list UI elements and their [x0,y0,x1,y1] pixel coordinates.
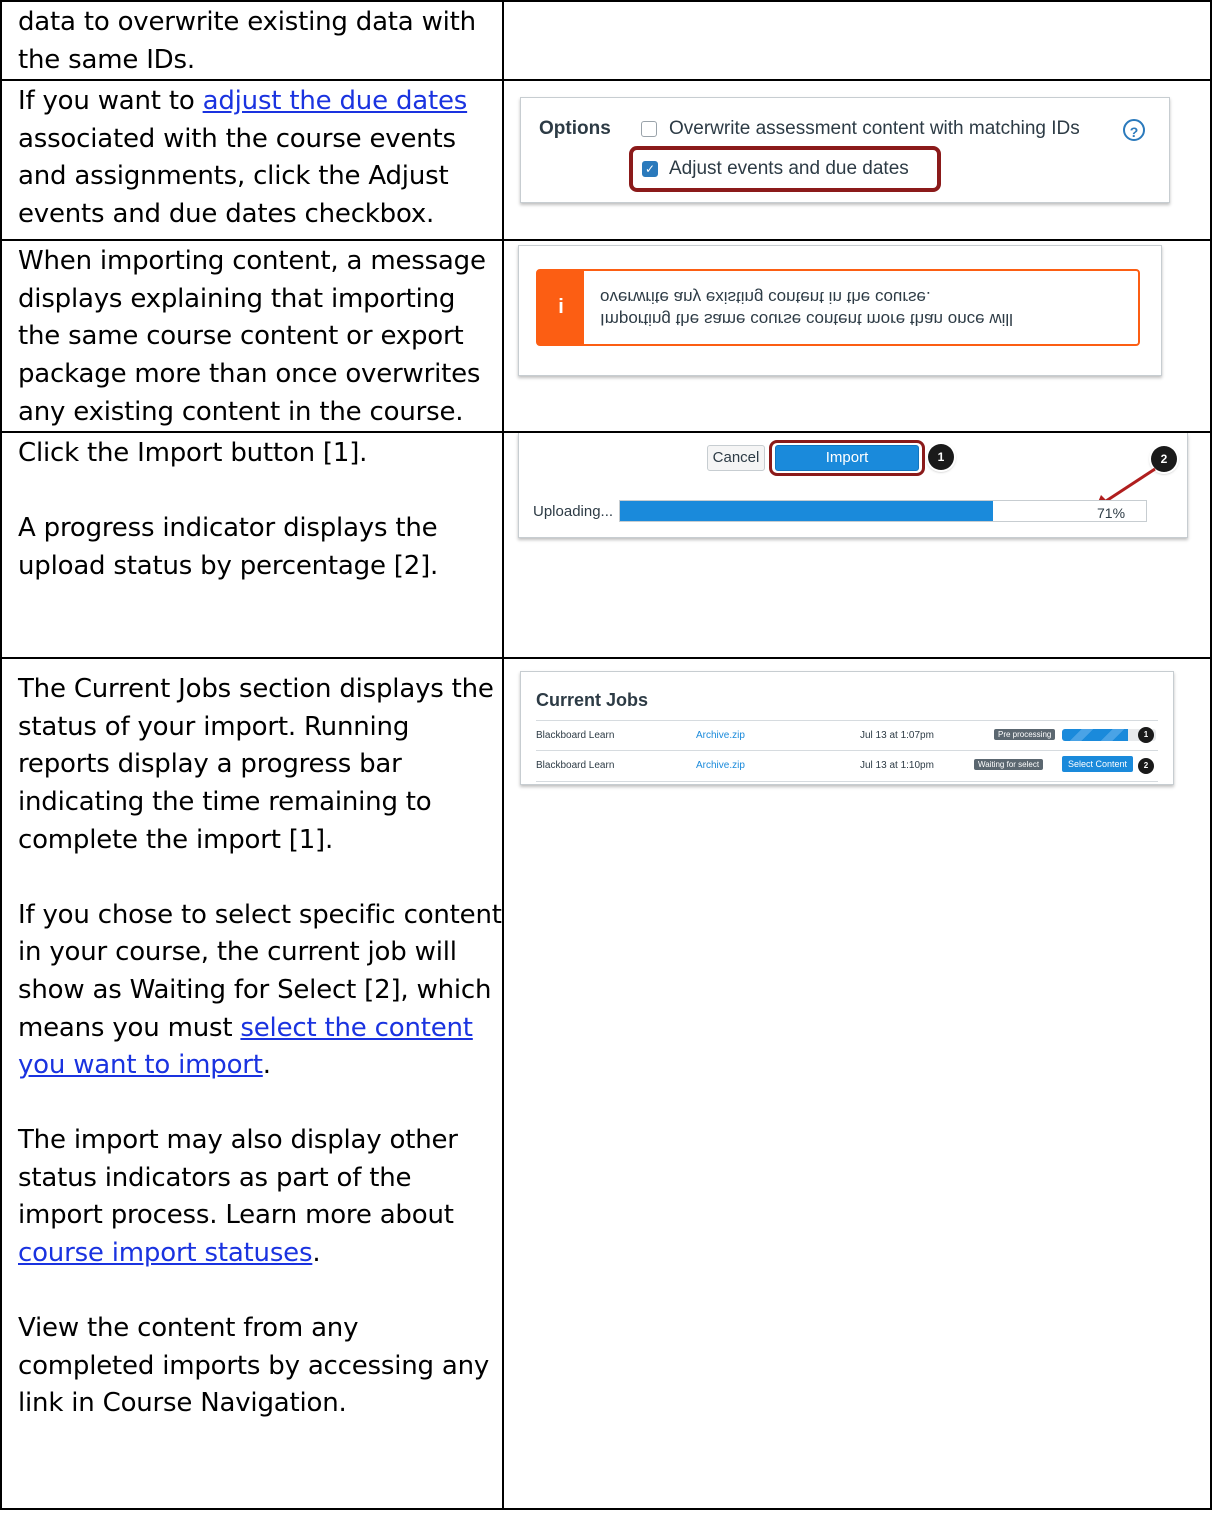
job-progress-fill [1062,729,1128,742]
step-text: data to overwrite existing data with the… [18,7,476,75]
alert-line: overwrite any existing content in the co… [600,288,931,308]
cancel-button[interactable]: Cancel [707,445,765,472]
current-jobs-screenshot: Current Jobs Blackboard Learn Archive.zi… [520,671,1174,786]
instruction-cell: If you want to adjust the due dates asso… [0,79,504,242]
job-file-link[interactable]: Archive.zip [696,730,745,741]
uploading-label: Uploading... [533,503,614,521]
instruction-cell: data to overwrite existing data with the… [0,0,504,82]
step-text-part: The import may also display other status… [18,1125,458,1231]
callout-badge: 1 [928,444,954,471]
adjust-due-dates-link[interactable]: adjust the due dates [203,86,468,116]
job-row: Blackboard Learn Archive.zip Jul 13 at 1… [536,720,1158,751]
screenshot-cell: Current Jobs Blackboard Learn Archive.zi… [502,657,1212,1511]
step-text: A progress indicator displays the upload… [18,513,439,581]
screenshot-cell [502,0,1212,82]
table-row: data to overwrite existing data with the… [0,0,1212,82]
instruction-table: data to overwrite existing data with the… [0,0,1212,1511]
ui-term: Import [137,438,223,469]
step-text: If you want to adjust the due dates asso… [18,83,502,233]
options-screenshot: Options Overwrite assessment content wit… [520,97,1170,204]
table-row: If you want to adjust the due dates asso… [0,79,1212,242]
overwrite-checkbox[interactable] [641,121,657,138]
job-date: Jul 13 at 1:10pm [860,760,934,772]
alert-message: Importing the same course content more t… [600,286,1122,330]
screenshot-cell: i Importing the same course content more… [502,239,1212,434]
upload-progress-bar [619,500,1147,523]
step-text-part: button [1]. [222,438,368,469]
step-text: Click the Import button [1]. [18,435,502,473]
table-row: Click the Import button [1]. A progress … [0,431,1212,660]
table-row: The Current Jobs section displays the st… [0,657,1212,1511]
step-text-part: If you want to [18,86,203,117]
job-file-link[interactable]: Archive.zip [696,760,745,771]
job-row: Blackboard Learn Archive.zip Jul 13 at 1… [536,750,1158,783]
current-jobs-title: Current Jobs [536,690,649,711]
instruction-cell: Click the Import button [1]. A progress … [0,431,504,660]
screenshot-cell: Options Overwrite assessment content wit… [502,79,1212,242]
overwrite-label: Overwrite assessment content with matchi… [669,118,1080,140]
job-source: Blackboard Learn [536,730,615,742]
adjust-dates-checkbox[interactable]: ✓ [642,161,658,178]
step-text-part: checkbox. [296,198,435,229]
upload-progress-fill [620,501,994,522]
step-text-part: Click the [18,438,138,469]
screenshot-cell: Cancel Import 1 2 Uploading... 71% [502,431,1212,660]
status-badge: Waiting for select [974,759,1044,771]
instruction-cell: The Current Jobs section displays the st… [0,657,504,1511]
info-icon: i [538,271,584,345]
import-screenshot: Cancel Import 1 2 Uploading... 71% [518,433,1188,539]
options-title: Options [539,118,611,140]
step-text: View the content from any completed impo… [18,1313,490,1419]
import-button[interactable]: Import [775,445,919,472]
status-badge: Pre processing [994,729,1056,741]
step-text: The Current Jobs section displays the st… [18,674,494,855]
job-date: Jul 13 at 1:07pm [860,730,934,742]
help-icon[interactable]: ? [1123,119,1145,142]
import-statuses-link[interactable]: course import statuses [18,1238,313,1268]
step-text-part: . [312,1238,321,1269]
step-text: When importing content, a message displa… [18,246,486,427]
select-content-button[interactable]: Select Content [1062,756,1134,773]
warning-alert: i Importing the same course content more… [536,269,1140,347]
upload-percent: 71% [1097,505,1126,522]
callout-badge: 2 [1138,758,1154,775]
step-text: The import may also display other status… [18,1122,502,1272]
step-text: If you chose to select specific content … [18,897,502,1085]
job-source: Blackboard Learn [536,760,615,772]
step-text-part: . [262,1050,271,1081]
adjust-dates-label: Adjust events and due dates [669,158,909,180]
alert-screenshot: i Importing the same course content more… [518,245,1162,377]
alert-line: Importing the same course content more t… [600,310,1013,330]
instruction-cell: When importing content, a message displa… [0,239,504,434]
table-row: When importing content, a message displa… [0,239,1212,434]
